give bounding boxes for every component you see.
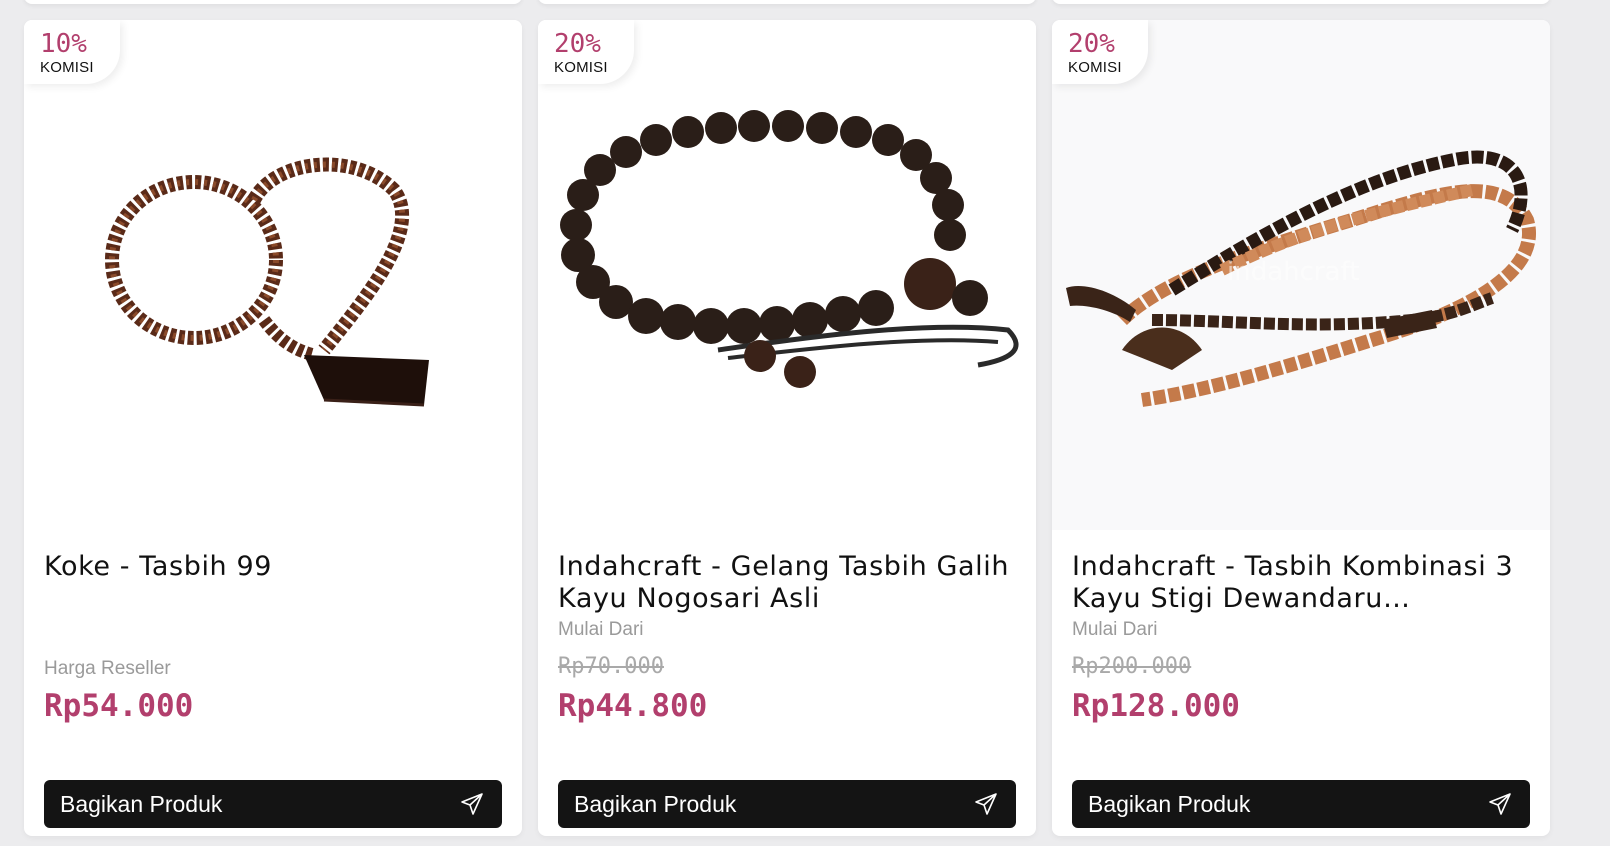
commission-label: KOMISI [1068, 59, 1122, 76]
original-price: Rp200.000 [1072, 654, 1192, 679]
product-title[interactable]: Indahcraft - Gelang Tasbih Galih Kayu No… [558, 551, 1018, 615]
commission-percent: 20% [554, 29, 601, 59]
watermark-text: indahcraft [1227, 257, 1359, 287]
commission-percent: 20% [1068, 29, 1115, 59]
product-price: Rp44.800 [558, 688, 708, 724]
commission-badge: 10% KOMISI [24, 20, 120, 84]
product-card[interactable]: 20% KOMISI indahcraft Indahcraft - Tasbi… [1052, 20, 1550, 836]
share-product-button[interactable]: Bagikan Produk [558, 780, 1016, 828]
prayer-beads-icon [24, 20, 522, 530]
price-label: Harga Reseller [44, 658, 171, 679]
send-icon [975, 793, 997, 815]
price-label: Mulai Dari [558, 619, 644, 640]
share-button-label: Bagikan Produk [1088, 791, 1251, 817]
product-image[interactable] [538, 20, 1036, 530]
product-image[interactable]: indahcraft [1052, 20, 1550, 530]
share-button-label: Bagikan Produk [60, 791, 223, 817]
product-card[interactable]: 20% KOMISI Indahcraft - Gelang Tasbih Ga… [538, 20, 1036, 836]
share-product-button[interactable]: Bagikan Produk [1072, 780, 1530, 828]
original-price: Rp70.000 [558, 654, 664, 679]
product-price: Rp128.000 [1072, 688, 1240, 724]
send-icon [461, 793, 483, 815]
share-button-label: Bagikan Produk [574, 791, 737, 817]
commission-badge: 20% KOMISI [1052, 20, 1148, 84]
previous-row-card-edge [24, 0, 522, 4]
share-product-button[interactable]: Bagikan Produk [44, 780, 502, 828]
commission-percent: 10% [40, 29, 87, 59]
commission-label: KOMISI [40, 59, 94, 76]
product-card[interactable]: 10% KOMISI Koke - Tasbih 99 Harga Resell… [24, 20, 522, 836]
product-image[interactable] [24, 20, 522, 530]
combination-tasbih-icon: indahcraft [1052, 20, 1550, 530]
previous-row-card-edge [538, 0, 1036, 4]
product-title[interactable]: Koke - Tasbih 99 [44, 551, 504, 583]
price-label: Mulai Dari [1072, 619, 1158, 640]
product-price: Rp54.000 [44, 688, 194, 724]
bead-bracelet-icon [538, 20, 1036, 530]
commission-badge: 20% KOMISI [538, 20, 634, 84]
previous-row-card-edge [1052, 0, 1550, 4]
send-icon [1489, 793, 1511, 815]
product-title[interactable]: Indahcraft - Tasbih Kombinasi 3 Kayu Sti… [1072, 551, 1532, 615]
commission-label: KOMISI [554, 59, 608, 76]
